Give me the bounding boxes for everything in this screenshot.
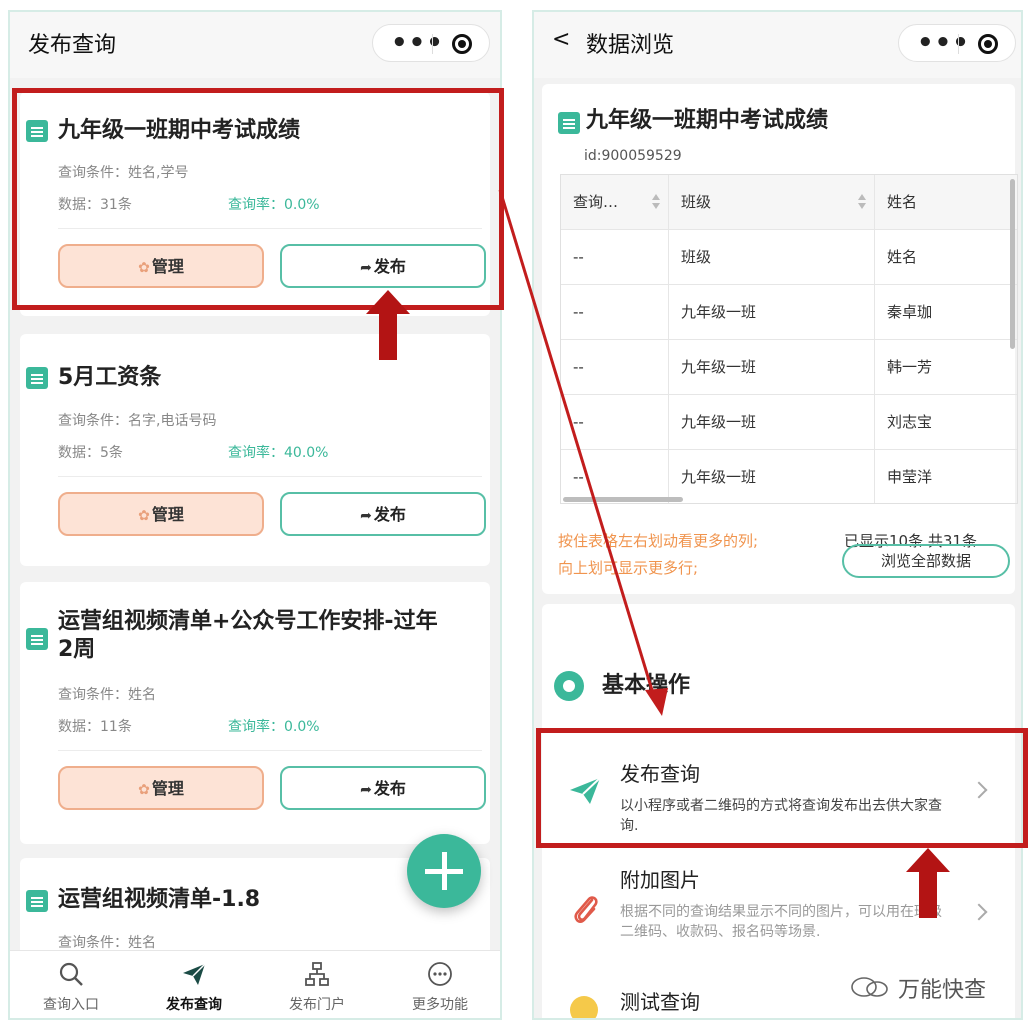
wechat-icon xyxy=(851,977,888,997)
watermark-text: 万能快查 xyxy=(898,978,987,1003)
connector-arrow xyxy=(498,189,668,716)
